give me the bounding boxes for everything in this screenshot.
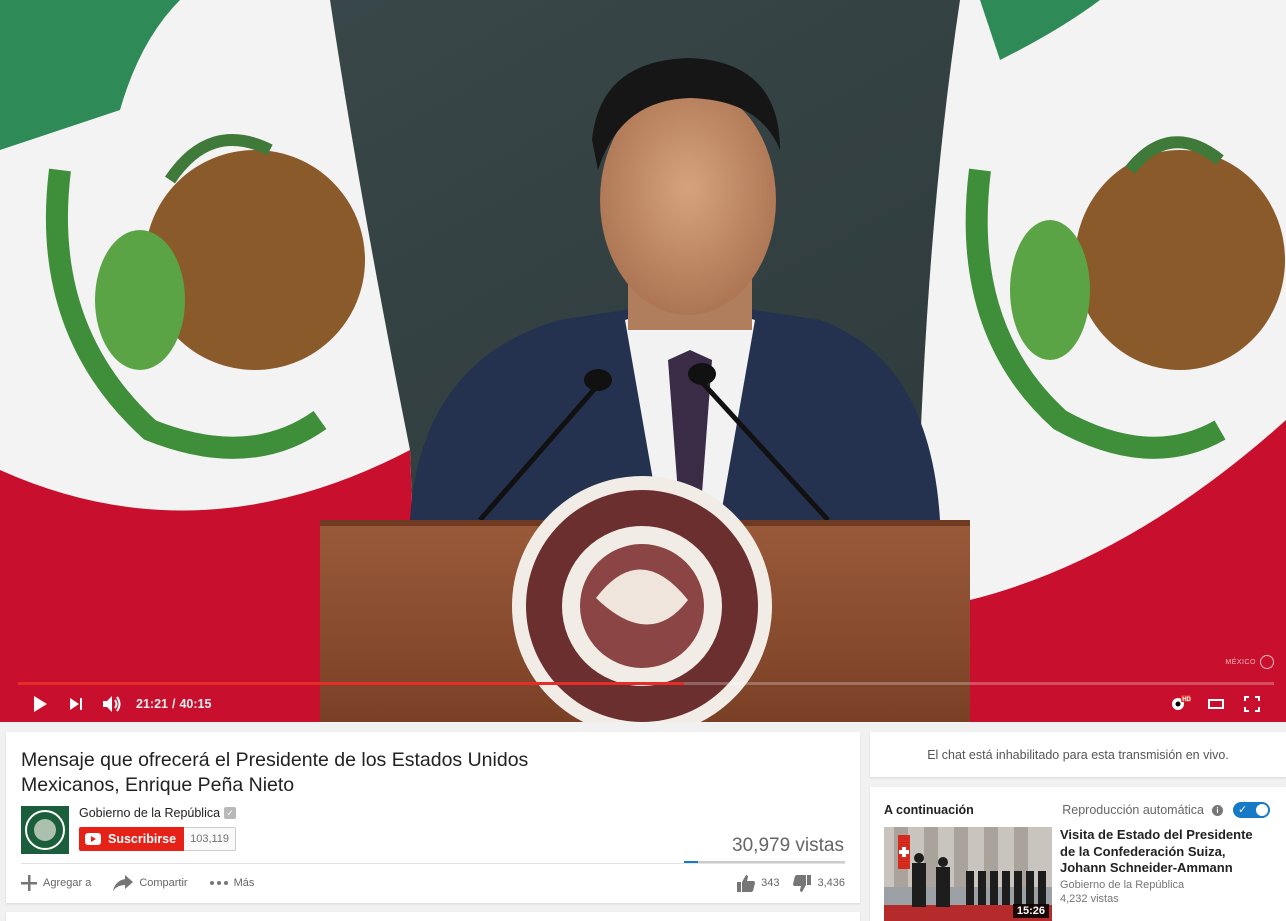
dislike-button[interactable]: 3,436 [793, 872, 845, 894]
mute-button[interactable] [94, 688, 130, 720]
channel-owner: Gobierno de la República ✓ Suscribirse 1… [21, 806, 237, 854]
divider [21, 863, 845, 864]
progress-bar[interactable] [18, 682, 1274, 685]
channel-watermark[interactable]: MÉXICO [1225, 655, 1274, 669]
share-icon [113, 875, 134, 891]
next-video-item[interactable]: 15:26 Visita de Estado del Presidente de… [884, 827, 1274, 921]
more-button[interactable]: Más [209, 872, 255, 894]
description-card [6, 912, 860, 921]
skip-next-icon [70, 698, 82, 710]
like-button[interactable]: 343 [737, 872, 779, 894]
watermark-label: MÉXICO [1225, 658, 1256, 666]
next-video-views: 4,232 vistas [1060, 892, 1119, 905]
watermark-emblem-icon [1260, 655, 1274, 669]
verified-icon: ✓ [224, 807, 237, 819]
next-video-thumbnail[interactable]: 15:26 [884, 827, 1052, 921]
more-dots-icon [209, 881, 228, 885]
channel-name[interactable]: Gobierno de la República [79, 806, 220, 820]
plus-icon [21, 875, 37, 891]
next-video-channel: Gobierno de la República [1060, 878, 1185, 891]
chat-disabled-text: El chat está inhabilitado para esta tran… [927, 747, 1229, 762]
time-display: 21:21 / 40:15 [136, 697, 211, 711]
subscribe-label: Suscribirse [108, 832, 177, 846]
more-label: Más [233, 877, 255, 889]
view-count: 30,979 vistas [732, 835, 844, 856]
player-controls: 21:21 / 40:15 HD [0, 688, 1286, 720]
up-next-title: A continuación [884, 803, 974, 817]
check-icon: ✓ [1238, 804, 1248, 816]
thumbs-up-icon [737, 874, 756, 892]
video-title: Mensaje que ofrecerá el Presidente de lo… [21, 749, 529, 796]
current-time: 21:21 [136, 697, 168, 711]
progress-played [18, 682, 684, 685]
youtube-logo-icon [85, 833, 101, 845]
video-frame[interactable] [0, 0, 1286, 722]
like-count: 343 [761, 877, 780, 889]
settings-button[interactable]: HD [1162, 688, 1198, 720]
share-button[interactable]: Compartir [113, 872, 188, 894]
action-bar: Agregar a Compartir Más [21, 872, 276, 894]
theater-icon [1208, 699, 1224, 709]
next-video-duration: 15:26 [1012, 904, 1049, 918]
add-to-button[interactable]: Agregar a [21, 872, 91, 894]
svg-text:HD: HD [1182, 697, 1191, 703]
video-frame-image [0, 0, 1286, 722]
autoplay-label: Reproducción automática [1062, 803, 1204, 817]
fullscreen-button[interactable] [1234, 688, 1270, 720]
thumbs-down-icon [793, 874, 812, 892]
play-button[interactable] [22, 688, 58, 720]
subscribe-button[interactable]: Suscribirse [79, 827, 185, 851]
next-video-title[interactable]: Visita de Estado del Presidente de la Co… [1060, 827, 1270, 877]
info-icon[interactable]: i [1212, 804, 1223, 816]
live-chat-notice: El chat está inhabilitado para esta tran… [870, 732, 1286, 777]
add-to-label: Agregar a [43, 877, 92, 889]
toggle-knob [1256, 804, 1268, 816]
up-next-panel: A continuación Reproducción automática i… [870, 787, 1286, 921]
subscriber-count: 103,119 [184, 827, 237, 851]
duration: 40:15 [179, 697, 212, 711]
theater-mode-button[interactable] [1198, 688, 1234, 720]
next-button[interactable] [58, 688, 94, 720]
time-separator: / [171, 697, 176, 711]
autoplay-toggle[interactable]: ✓ [1233, 802, 1270, 818]
gear-hd-icon: HD [1172, 695, 1191, 710]
rating-bar: 343 3,436 [737, 872, 845, 894]
fullscreen-icon [1244, 696, 1260, 712]
video-player[interactable]: MÉXICO 21:21 / 40:15 HD [0, 0, 1286, 722]
play-icon [34, 696, 47, 712]
emblem-icon [25, 810, 65, 850]
share-label: Compartir [139, 877, 188, 889]
video-info-card: Mensaje que ofrecerá el Presidente de lo… [6, 732, 860, 903]
dislike-count: 3,436 [817, 877, 845, 889]
channel-avatar[interactable] [21, 806, 69, 854]
volume-icon [103, 696, 121, 712]
